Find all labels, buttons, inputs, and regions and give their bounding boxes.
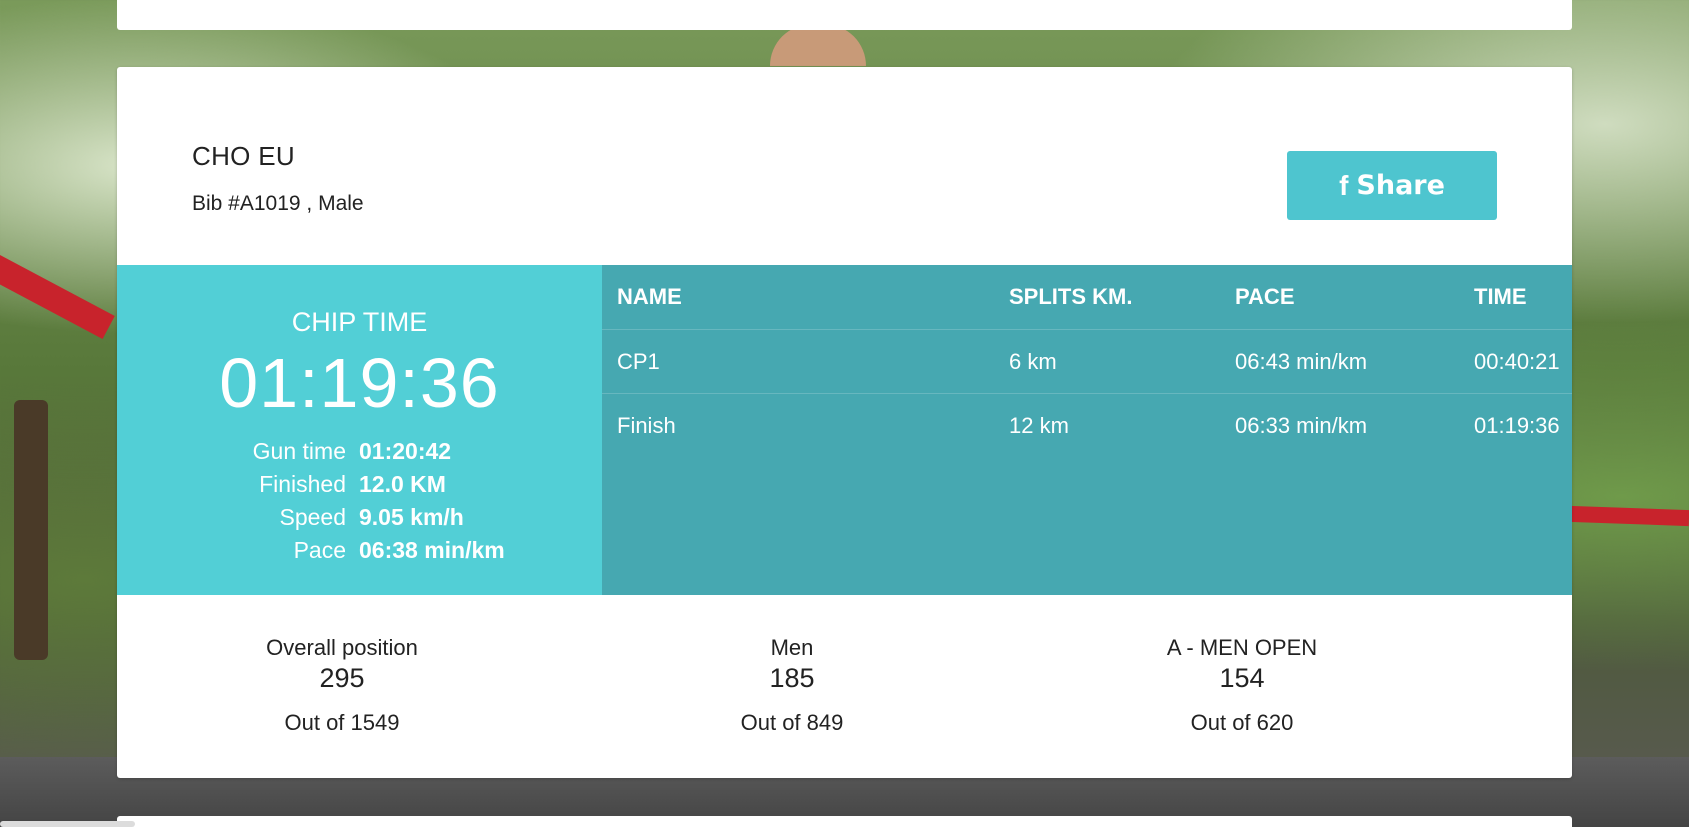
- chip-time-label: CHIP TIME: [291, 307, 428, 337]
- background-finish-ribbon: [0, 255, 115, 339]
- stat-value: 12.0 KM: [359, 471, 446, 497]
- position-title: Men: [770, 635, 814, 660]
- stat-value: 06:38 min/km: [359, 537, 505, 563]
- result-card: CHO EU Bib #A1019 , Male f Share CHIP TI…: [117, 67, 1572, 778]
- facebook-icon: f: [1339, 169, 1349, 201]
- position-overall: Overall position 295 Out of 1549: [117, 595, 567, 778]
- split-name: CP1: [602, 329, 994, 394]
- position-gender: Men 185 Out of 849: [567, 595, 1017, 778]
- stat-label: Gun time: [252, 438, 346, 464]
- chip-time-value: 01:19:36: [219, 344, 500, 422]
- stat-row-finished: Finished 12.0 KM: [117, 468, 602, 501]
- position-value: 154: [1219, 663, 1265, 693]
- facebook-share-button[interactable]: f Share: [1287, 151, 1497, 220]
- split-distance: 6 km: [994, 329, 1220, 394]
- splits-header-row: NAME SPLITS KM. PACE TIME: [602, 265, 1572, 330]
- stat-label: Pace: [293, 537, 346, 563]
- positions-section: Overall position 295 Out of 1549 Men 185…: [117, 595, 1572, 778]
- position-title: Overall position: [266, 635, 418, 660]
- stat-row-gun-time: Gun time 01:20:42: [117, 435, 602, 468]
- athlete-name: CHO EU: [192, 141, 295, 171]
- position-title: A - MEN OPEN: [1166, 635, 1318, 660]
- chip-time-panel: CHIP TIME 01:19:36 Gun time 01:20:42 Fin…: [117, 265, 602, 595]
- position-total: Out of 1549: [284, 710, 400, 735]
- horizontal-scrollbar[interactable]: [0, 821, 135, 827]
- split-pace: 06:33 min/km: [1220, 393, 1459, 457]
- column-header-name: NAME: [617, 284, 682, 309]
- column-header-splits: SPLITS KM.: [1009, 284, 1133, 309]
- column-header-pace: PACE: [1235, 284, 1295, 309]
- stat-value: 01:20:42: [359, 438, 452, 464]
- results-section: CHIP TIME 01:19:36 Gun time 01:20:42 Fin…: [117, 265, 1572, 595]
- background-finish-ribbon: [1568, 505, 1689, 527]
- chip-stats: Gun time 01:20:42 Finished 12.0 KM Speed…: [117, 435, 602, 567]
- stat-label: Speed: [279, 504, 346, 530]
- position-value: 295: [319, 663, 365, 693]
- split-name: Finish: [602, 393, 994, 457]
- table-row: CP1 6 km 06:43 min/km 00:40:21: [602, 329, 1572, 394]
- split-pace: 06:43 min/km: [1220, 329, 1459, 394]
- stat-row-speed: Speed 9.05 km/h: [117, 501, 602, 534]
- next-card: [117, 816, 1572, 827]
- stat-row-pace: Pace 06:38 min/km: [117, 534, 602, 567]
- position-value: 185: [769, 663, 815, 693]
- column-header-time: TIME: [1474, 284, 1527, 309]
- split-distance: 12 km: [994, 393, 1220, 457]
- stat-label: Finished: [259, 471, 346, 497]
- position-total: Out of 620: [1190, 710, 1294, 735]
- athlete-header: CHO EU Bib #A1019 , Male f Share: [117, 67, 1572, 265]
- previous-card: [117, 0, 1572, 30]
- athlete-bib-gender: Bib #A1019 , Male: [192, 192, 364, 215]
- split-time: 00:40:21: [1459, 329, 1572, 394]
- position-category: A - MEN OPEN 154 Out of 620: [1017, 595, 1467, 778]
- splits-table: NAME SPLITS KM. PACE TIME CP1 6 km 06:43…: [602, 265, 1572, 457]
- background-tree-trunk: [14, 400, 48, 660]
- splits-panel: NAME SPLITS KM. PACE TIME CP1 6 km 06:43…: [602, 265, 1572, 595]
- position-total: Out of 849: [740, 710, 844, 735]
- share-button-label: Share: [1356, 170, 1445, 201]
- stat-value: 9.05 km/h: [359, 504, 464, 530]
- background-runner: [770, 24, 866, 66]
- split-time: 01:19:36: [1459, 393, 1572, 457]
- table-row: Finish 12 km 06:33 min/km 01:19:36: [602, 393, 1572, 457]
